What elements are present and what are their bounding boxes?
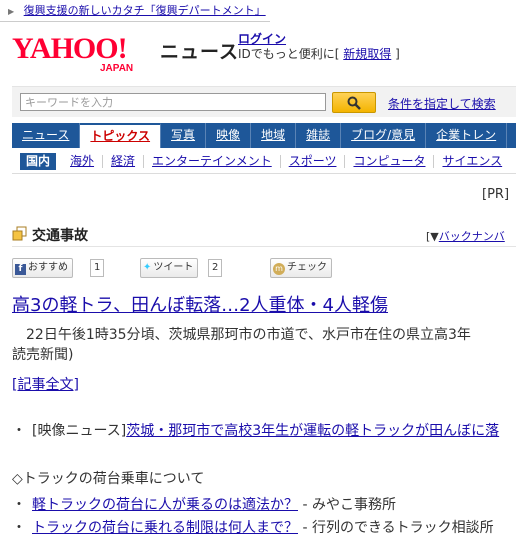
subtab-science[interactable]: サイエンス (434, 154, 510, 168)
article-body-line: 22日午後1時35分頃、茨城県那珂市の市道で、水戸市在住の県立高3年 (26, 327, 471, 343)
search-row: キーワードを入力 条件を指定して検索 (12, 86, 516, 117)
top-promo-bar: ▶ 復興支援の新しいカタチ「復興デパートメント」 (0, 0, 270, 22)
mixi-icon: m (273, 263, 285, 275)
article-body-line: 読売新聞) (12, 347, 74, 363)
subtab-economy[interactable]: 経済 (103, 154, 145, 168)
login-link[interactable]: ログイン (238, 32, 286, 46)
facebook-icon: f (15, 264, 26, 275)
svg-text:JAPAN: JAPAN (100, 63, 133, 74)
tab-video[interactable]: 映像 (206, 123, 252, 148)
tweet-button[interactable]: ✦ ツイート (140, 258, 199, 278)
related-video-news: ・ [映像ニュース]茨城・那珂市で高校3年生が運転の軽トラックが田んぼに落 (12, 420, 516, 440)
register-link[interactable]: 新規取得 (343, 47, 391, 61)
tab-news[interactable]: ニュース (12, 123, 81, 148)
sub-tabs: 国内 海外 経済 エンターテインメント スポーツ コンピュータ サイエンス (12, 149, 516, 174)
related-prefix: [映像ニュース] (32, 423, 127, 439)
login-description: IDでもっと便利に (238, 47, 335, 61)
facebook-recommend-button[interactable]: f おすすめ (12, 258, 73, 278)
list-item-link[interactable]: トラックの荷台に乗れる制限は何人まで？ (32, 520, 298, 536)
list-item-source: - 行列のできるトラック相談所 (302, 520, 494, 536)
section-title: ◇トラックの荷台乗車について (12, 471, 205, 487)
article-body: 22日午後1時35分頃、茨城県那珂市の市道で、水戸市在住の県立高3年 読売新聞) (12, 325, 516, 365)
triangle-icon: ▶ (8, 7, 15, 16)
yahoo-japan-logo[interactable]: YAHOO! JAPAN (12, 30, 152, 74)
promo-link[interactable]: 復興支援の新しいカタチ「復興デパートメント」 (24, 4, 266, 17)
list-item-link[interactable]: 軽トラックの荷台に人が乗るのは適法か？ (32, 497, 298, 513)
recommend-count: 1 (90, 259, 105, 277)
full-article-link[interactable]: [記事全文] (12, 374, 79, 394)
related-link[interactable]: 茨城・那珂市で高校3年生が運転の軽トラックが田んぼに落 (126, 423, 499, 439)
advanced-search-link[interactable]: 条件を指定して検索 (388, 95, 496, 112)
main-tabs: ニュース トピックス 写真 映像 地域 雑誌 ブログ/意見 企業トレン (12, 123, 516, 148)
search-button[interactable] (332, 92, 376, 113)
pr-label: [PR] (482, 187, 510, 202)
list-item-source: - みやこ事務所 (302, 497, 396, 513)
topic-icon (12, 226, 27, 241)
news-section-label: ニュース (160, 41, 240, 63)
subtab-domestic[interactable]: 国内 (20, 152, 57, 170)
search-icon (347, 96, 361, 110)
list-item: ・トラックの荷台に乗れる制限は何人まで？ - 行列のできるトラック相談所 (12, 517, 494, 537)
tweet-count: 2 (208, 259, 223, 277)
search-input[interactable]: キーワードを入力 (20, 93, 326, 111)
list-item: ・軽トラックの荷台に人が乗るのは適法か？ - みやこ事務所 (12, 494, 396, 514)
tab-region[interactable]: 地域 (251, 123, 297, 148)
tab-business[interactable]: 企業トレン (426, 123, 508, 148)
tab-blog[interactable]: ブログ/意見 (341, 123, 427, 148)
backnumber-link[interactable]: [▼バックナンバ (426, 228, 505, 244)
tab-photo[interactable]: 写真 (161, 123, 207, 148)
subtab-entertainment[interactable]: エンターテインメント (144, 154, 281, 168)
topic-header: 交通事故 [▼バックナンバ (12, 222, 516, 247)
tab-magazine[interactable]: 雑誌 (296, 123, 342, 148)
subtab-overseas[interactable]: 海外 (62, 154, 104, 168)
tab-topics[interactable]: トピックス (80, 123, 162, 148)
twitter-icon: ✦ (143, 262, 152, 273)
svg-text:YAHOO!: YAHOO! (12, 32, 127, 65)
login-area: ログイン IDでもっと便利に[ 新規取得 ] (238, 32, 400, 61)
bullet: ・ (12, 497, 26, 513)
subtab-computer[interactable]: コンピュータ (345, 154, 435, 168)
subtab-sports[interactable]: スポーツ (281, 154, 346, 168)
article-headline[interactable]: 高3の軽トラ、田んぼ転落…2人重体・4人軽傷 (12, 294, 388, 318)
bullet: ・ (12, 423, 26, 439)
bullet: ・ (12, 520, 26, 536)
mixi-check-button[interactable]: m チェック (270, 258, 332, 278)
topic-title: 交通事故 (32, 228, 88, 244)
